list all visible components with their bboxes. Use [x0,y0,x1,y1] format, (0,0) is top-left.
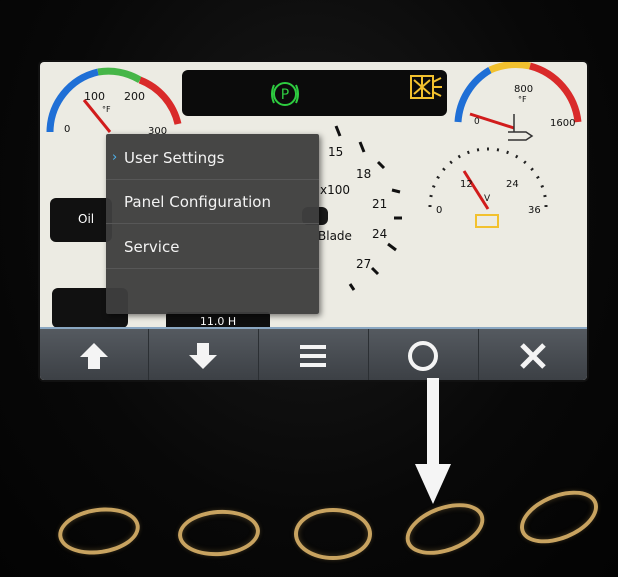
softkey-select[interactable] [368,329,479,380]
rpm-tick-27: 27 [356,257,371,271]
exhaust-unit: °F [518,95,527,104]
oil-unit: °F [102,105,111,114]
volt-unit: V [484,194,491,204]
menu-item-empty[interactable] [106,270,319,314]
hardware-button-3[interactable] [294,508,372,560]
exhaust-tick-0: 0 [474,117,480,127]
rpm-tick-18: 18 [356,167,371,181]
oil-temp-gauge: 100 200 0 300 °F [46,67,182,137]
settings-menu: › User Settings Panel Configuration Serv… [106,134,319,314]
park-label: P [281,87,289,103]
menu-lines-icon [300,344,326,367]
close-icon [519,342,546,369]
volt-tick-0: 0 [436,205,442,216]
oil-tick-0: 0 [64,124,70,135]
oil-label: Oil [78,212,95,226]
menu-label-user-settings: User Settings [124,149,225,167]
softkey-down[interactable] [148,329,259,380]
volt-tick-12: 12 [460,179,473,190]
exhaust-tick-800: 800 [514,84,533,95]
rpm-tick-21: 21 [372,197,387,211]
voltage-gauge: 0 12 24 36 V [428,147,548,228]
rpm-multiplier: x100 [320,183,350,197]
circle-icon [408,340,438,371]
exhaust-temp-gauge: 800 °F 0 1600 [454,62,582,141]
oil-tick-200: 200 [124,90,145,103]
menu-item-service[interactable]: Service [106,225,319,269]
menu-label-service: Service [124,238,180,256]
engine-warning-icon [410,75,442,99]
up-arrow-icon [80,342,108,369]
oil-tick-100: 100 [84,90,105,103]
volt-tick-24: 24 [506,179,519,190]
oil-pressure-pill: Oil [50,198,112,242]
menu-item-user-settings[interactable]: › User Settings [106,136,319,180]
parking-brake-icon: P [271,82,299,106]
softkey-up[interactable] [40,329,149,380]
menu-item-panel-configuration[interactable]: Panel Configuration [106,180,319,224]
softkey-close[interactable] [478,329,587,380]
softkey-bar [40,327,587,380]
exhaust-tick-1600: 1600 [550,118,575,129]
softkey-menu[interactable] [258,329,369,380]
selected-chevron-icon: › [112,150,118,165]
down-arrow-icon [189,342,217,369]
display-screen: 100 200 0 300 °F P 800 °F 0 1600 15 18 2… [40,62,587,380]
indicator-down-arrow-icon [415,378,451,504]
rpm-label: Blade [318,229,352,243]
rpm-tick-24: 24 [372,227,387,241]
rpm-tick-15: 15 [328,145,343,159]
volt-tick-36: 36 [528,205,541,216]
battery-icon [475,214,499,228]
menu-label-panel-configuration: Panel Configuration [124,193,271,211]
